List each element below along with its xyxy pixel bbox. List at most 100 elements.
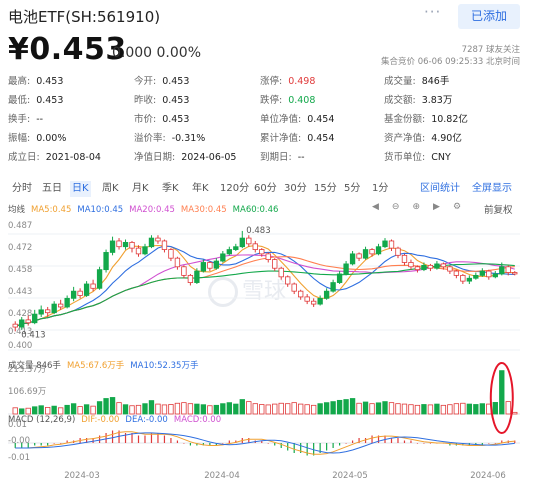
- candle-body: [155, 237, 161, 242]
- tab-period[interactable]: 1分: [370, 181, 390, 197]
- stats-row: 成立日: 2021-08-04 净值日期: 2024-06-05 到期日: -- 货币单位:…: [8, 149, 528, 168]
- macd-bar: [163, 435, 166, 443]
- macd-bar: [137, 435, 140, 443]
- volume-bar: [25, 407, 31, 415]
- volume-bar: [298, 403, 304, 415]
- tab-period[interactable]: 年K: [190, 181, 211, 197]
- candle-body: [375, 246, 382, 255]
- tab-period[interactable]: 五日: [40, 181, 64, 197]
- arrow-left-icon[interactable]: ◀: [372, 202, 379, 212]
- volume-bar: [291, 402, 297, 415]
- candle-body: [473, 274, 479, 279]
- volume-bar: [473, 404, 479, 415]
- quote-stats-grid: 最高: 0.453 今开: 0.453 涨停: 0.498 成交量: 846手 最低: 0.453…: [8, 73, 528, 168]
- stat-value: -0.31%: [171, 133, 206, 144]
- volume-bar: [252, 403, 258, 415]
- volume-bar: [51, 405, 57, 415]
- volume-bar: [336, 399, 343, 415]
- plus-icon[interactable]: ⊕: [412, 202, 420, 212]
- tab-period[interactable]: 120分: [218, 181, 251, 197]
- stat-label: 昨收:: [134, 95, 157, 106]
- vol-legend-item: 成交量 846手: [8, 361, 61, 371]
- volume-bar: [142, 403, 148, 415]
- candle-body: [83, 283, 90, 296]
- volume-bar: [323, 402, 330, 415]
- candle-body: [239, 237, 245, 248]
- macd-bar: [124, 433, 127, 443]
- stat-label: 今开:: [134, 76, 157, 87]
- candle-body: [109, 240, 116, 253]
- fullscreen-link[interactable]: 全屏显示: [472, 181, 512, 197]
- price-change: 0.000 0.00%: [112, 45, 202, 61]
- candle-body: [116, 240, 122, 248]
- volume-bar: [122, 404, 129, 415]
- stat-label: 成交量:: [384, 76, 416, 87]
- stat-label: 最高:: [8, 76, 31, 87]
- stat-value: 0.454: [307, 114, 335, 125]
- volume-bar: [19, 408, 25, 415]
- macd-bar: [40, 443, 42, 446]
- tab-period[interactable]: 周K: [100, 181, 121, 197]
- tab-period[interactable]: 日K: [70, 181, 91, 197]
- candle-body: [336, 273, 343, 283]
- stat-label: 货币单位:: [384, 152, 426, 163]
- macd-bar: [339, 443, 341, 446]
- candle-body: [414, 266, 421, 271]
- candle-body: [207, 262, 213, 269]
- stat-value: 2021-08-04: [45, 152, 101, 163]
- followers-count[interactable]: 7287 球友关注: [462, 43, 520, 55]
- kline-chart[interactable]: 0.4870.4720.4580.4430.4280.4130.4000.483…: [0, 214, 536, 482]
- volume-bar: [83, 404, 90, 415]
- volume-bar: [148, 400, 155, 415]
- period-tabs: 分时 五日 日K 周K 月K 季K 年K 120分 60分 30分 15分 5分 1分 区间统计 全屏显示: [8, 181, 528, 197]
- macd-bar: [34, 443, 36, 446]
- macd-tick-label: -0.00: [8, 436, 30, 446]
- volume-bar: [213, 404, 220, 415]
- trade-time-info: 集合竞价 06-06 09:25:33 北京时间: [381, 57, 520, 67]
- volume-bar: [272, 403, 278, 415]
- added-button[interactable]: 已添加: [458, 4, 520, 29]
- stat-label: 成立日:: [8, 152, 40, 163]
- tab-period[interactable]: 60分: [252, 181, 279, 197]
- stat-cell: 资产净值: 4.90亿: [384, 130, 462, 144]
- volume-bar: [427, 404, 434, 415]
- volume-bar: [12, 407, 18, 415]
- macd-bar: [60, 443, 62, 444]
- tab-period[interactable]: 5分: [342, 181, 362, 197]
- stat-cell: 到期日: --: [260, 149, 305, 163]
- candle-body: [213, 260, 220, 269]
- stat-label: 基金份额:: [384, 114, 426, 125]
- candle-body: [479, 270, 485, 276]
- tab-period[interactable]: 月K: [130, 181, 151, 197]
- low-price-label: 0.413: [21, 330, 45, 340]
- stat-cell: 今开: 0.453: [134, 73, 189, 87]
- more-dots-icon[interactable]: ···: [424, 3, 441, 21]
- candle-body: [51, 303, 57, 314]
- volume-bar: [161, 404, 168, 415]
- macd-bar: [390, 438, 393, 443]
- arrow-right-icon[interactable]: ▶: [433, 202, 440, 212]
- tab-period[interactable]: 30分: [282, 181, 309, 197]
- interval-stats-link[interactable]: 区间统计: [420, 181, 460, 197]
- settings-icon[interactable]: ⚙: [453, 202, 461, 212]
- x-axis-label: 2024-06: [470, 471, 506, 481]
- minus-icon[interactable]: ⊖: [392, 202, 400, 212]
- candle-body: [187, 274, 194, 283]
- volume-bar: [447, 404, 453, 415]
- tab-period[interactable]: 15分: [312, 181, 339, 197]
- candle-body: [45, 309, 51, 314]
- candle-body: [460, 274, 466, 282]
- volume-bar: [466, 403, 473, 415]
- volume-bar: [382, 401, 388, 415]
- x-axis-label: 2024-03: [64, 471, 100, 481]
- tab-period[interactable]: 分时: [10, 181, 34, 197]
- volume-bar: [278, 402, 284, 415]
- tab-period[interactable]: 季K: [160, 181, 181, 197]
- candle-body: [142, 246, 148, 255]
- stat-cell: 基金份额: 10.82亿: [384, 111, 468, 125]
- stat-value: 0.408: [288, 95, 316, 106]
- stock-title: 电池ETF(SH:561910): [8, 8, 161, 26]
- stat-value: --: [36, 114, 44, 125]
- stat-cell: 跌停: 0.408: [260, 92, 315, 106]
- volume-bar: [434, 403, 440, 415]
